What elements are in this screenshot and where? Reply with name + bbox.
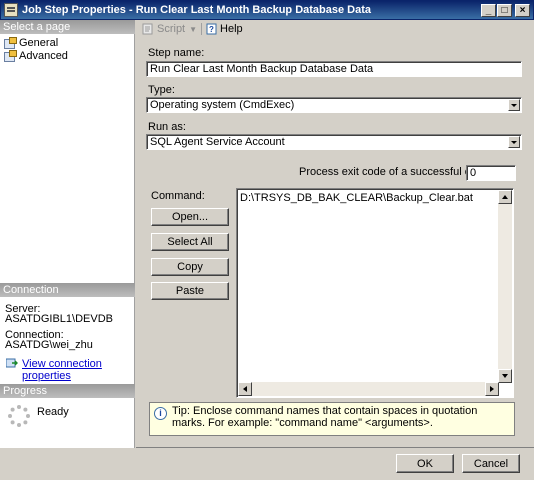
footer-divider: [136, 447, 534, 448]
scroll-down-icon[interactable]: [498, 369, 512, 383]
window-icon: [4, 3, 18, 17]
view-connection-properties-link[interactable]: View connection properties: [22, 358, 134, 382]
page-advanced-label: Advanced: [19, 49, 68, 62]
page-icon: [4, 37, 17, 49]
ok-button[interactable]: OK: [396, 454, 454, 473]
exit-code-input[interactable]: 0: [466, 165, 516, 181]
type-label: Type:: [148, 84, 175, 96]
page-general-label: General: [19, 36, 59, 49]
tip-text: Tip: Enclose command names that contain …: [172, 405, 478, 429]
progress-spinner-icon: [7, 404, 31, 428]
progress-status: Ready: [37, 406, 69, 418]
left-panel: Select a page General Advanced Connectio…: [0, 20, 135, 448]
chevron-down-icon[interactable]: [508, 99, 520, 111]
copy-button[interactable]: Copy: [151, 258, 229, 276]
connection-value: ASATDG\wei_zhu: [5, 339, 93, 351]
help-button[interactable]: ? Help: [206, 23, 243, 35]
step-name-label: Step name:: [148, 47, 205, 59]
open-button[interactable]: Open...: [151, 208, 229, 226]
window-title: Job Step Properties - Run Clear Last Mon…: [22, 4, 372, 16]
type-value: Operating system (CmdExec): [150, 99, 295, 111]
maximize-button[interactable]: □: [497, 4, 512, 17]
scroll-right-icon[interactable]: [485, 382, 499, 396]
page-icon: [4, 50, 17, 62]
server-value: ASATDGIBL1\DEVDB: [5, 313, 113, 325]
help-label: Help: [220, 23, 243, 35]
scroll-left-icon[interactable]: [238, 382, 252, 396]
page-general[interactable]: General: [4, 36, 58, 49]
script-icon: [142, 23, 153, 35]
step-name-input[interactable]: Run Clear Last Month Backup Database Dat…: [146, 61, 522, 77]
page-advanced[interactable]: Advanced: [4, 49, 68, 62]
horizontal-scrollbar[interactable]: [238, 382, 499, 396]
cancel-button[interactable]: Cancel: [462, 454, 520, 473]
svg-text:?: ?: [209, 25, 214, 34]
minimize-button[interactable]: _: [481, 4, 496, 17]
connection-properties-icon: [5, 358, 18, 369]
chevron-down-icon[interactable]: [508, 136, 520, 148]
run-as-select[interactable]: SQL Agent Service Account: [146, 134, 522, 150]
chevron-down-icon: ▼: [189, 24, 198, 34]
script-label: Script: [157, 23, 186, 35]
title-bar: Job Step Properties - Run Clear Last Mon…: [0, 0, 534, 20]
run-as-label: Run as:: [148, 121, 186, 133]
progress-header: Progress: [0, 384, 135, 398]
info-icon: i: [154, 407, 167, 420]
command-textarea[interactable]: D:\TRSYS_DB_BAK_CLEAR\Backup_Clear.bat: [236, 188, 514, 398]
help-icon: ?: [206, 23, 217, 35]
select-all-button[interactable]: Select All: [151, 233, 229, 251]
select-page-header: Select a page: [0, 20, 135, 34]
type-select[interactable]: Operating system (CmdExec): [146, 97, 522, 113]
toolbar: Script ▼ ? Help: [136, 20, 534, 38]
vertical-scrollbar[interactable]: [498, 190, 512, 383]
scroll-up-icon[interactable]: [498, 190, 512, 204]
close-button[interactable]: ×: [515, 4, 530, 17]
run-as-value: SQL Agent Service Account: [150, 136, 285, 148]
command-text: D:\TRSYS_DB_BAK_CLEAR\Backup_Clear.bat: [240, 192, 473, 204]
tip-box: i Tip: Enclose command names that contai…: [149, 402, 515, 436]
connection-header: Connection: [0, 283, 135, 297]
paste-button[interactable]: Paste: [151, 282, 229, 300]
script-button[interactable]: Script ▼: [142, 23, 197, 35]
command-label: Command:: [151, 190, 205, 202]
toolbar-separator: [201, 23, 203, 35]
